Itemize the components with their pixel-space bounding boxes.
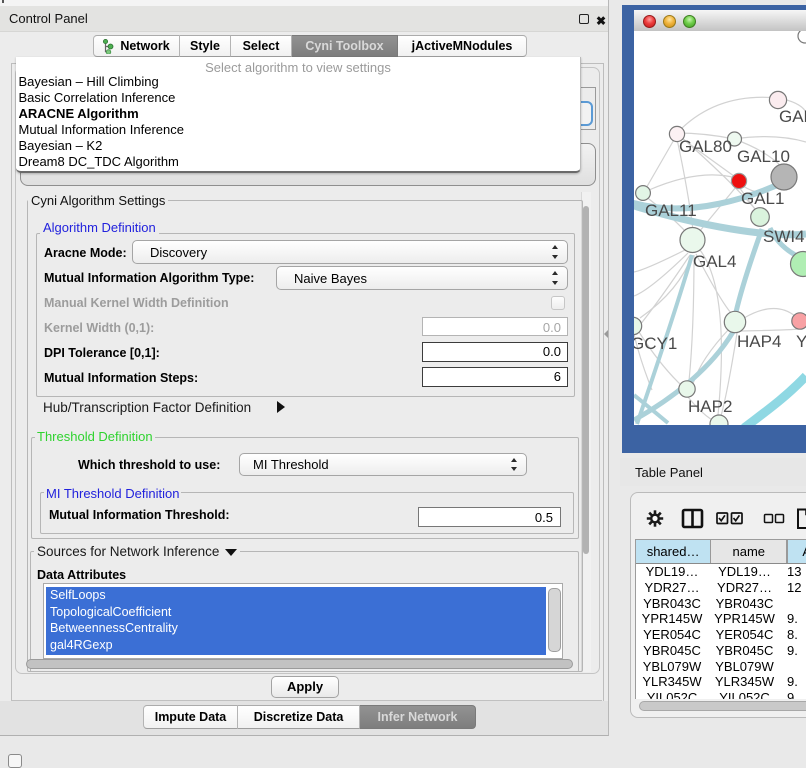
svg-text:Y: Y <box>796 332 806 351</box>
svg-text:GAL8: GAL8 <box>779 107 806 126</box>
svg-text:HAP4: HAP4 <box>737 332 781 351</box>
svg-text:SWI4: SWI4 <box>763 227 805 246</box>
svg-text:GAL1: GAL1 <box>741 189 784 208</box>
svg-text:HAP2: HAP2 <box>688 397 732 416</box>
svg-text:GAL10: GAL10 <box>737 147 790 166</box>
svg-text:GCY1: GCY1 <box>634 334 677 353</box>
svg-text:GAL11: GAL11 <box>645 201 697 220</box>
svg-text:GAL4: GAL4 <box>693 252 736 271</box>
svg-text:GAL80: GAL80 <box>679 137 732 156</box>
